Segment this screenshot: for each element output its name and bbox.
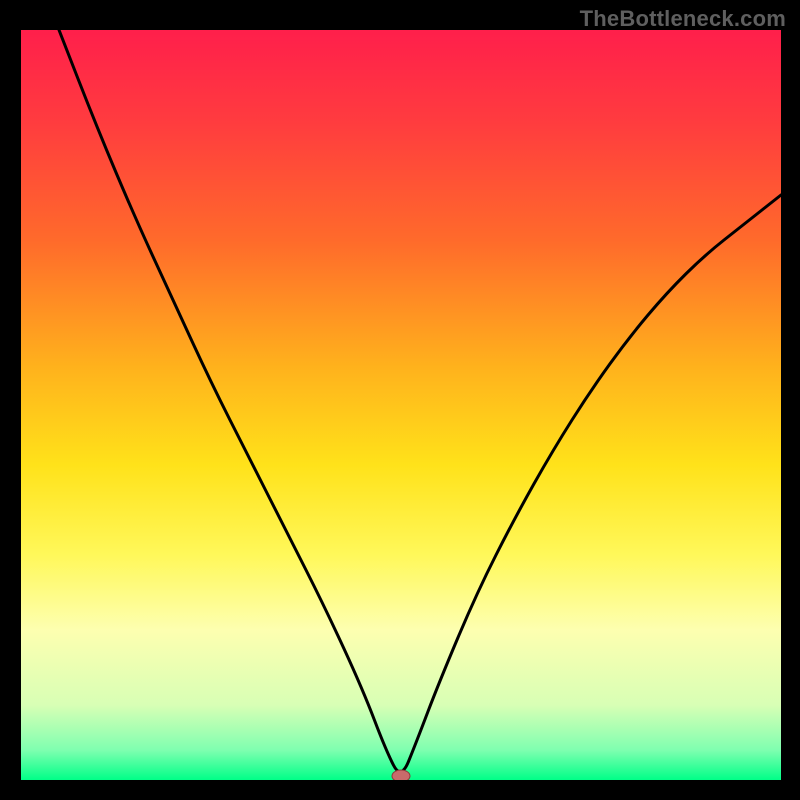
watermark-text: TheBottleneck.com [580,6,786,32]
bottleneck-chart [21,30,781,780]
plot-area [21,30,781,780]
gradient-background [21,30,781,780]
chart-frame: TheBottleneck.com [0,0,800,800]
optimum-marker [392,770,410,780]
